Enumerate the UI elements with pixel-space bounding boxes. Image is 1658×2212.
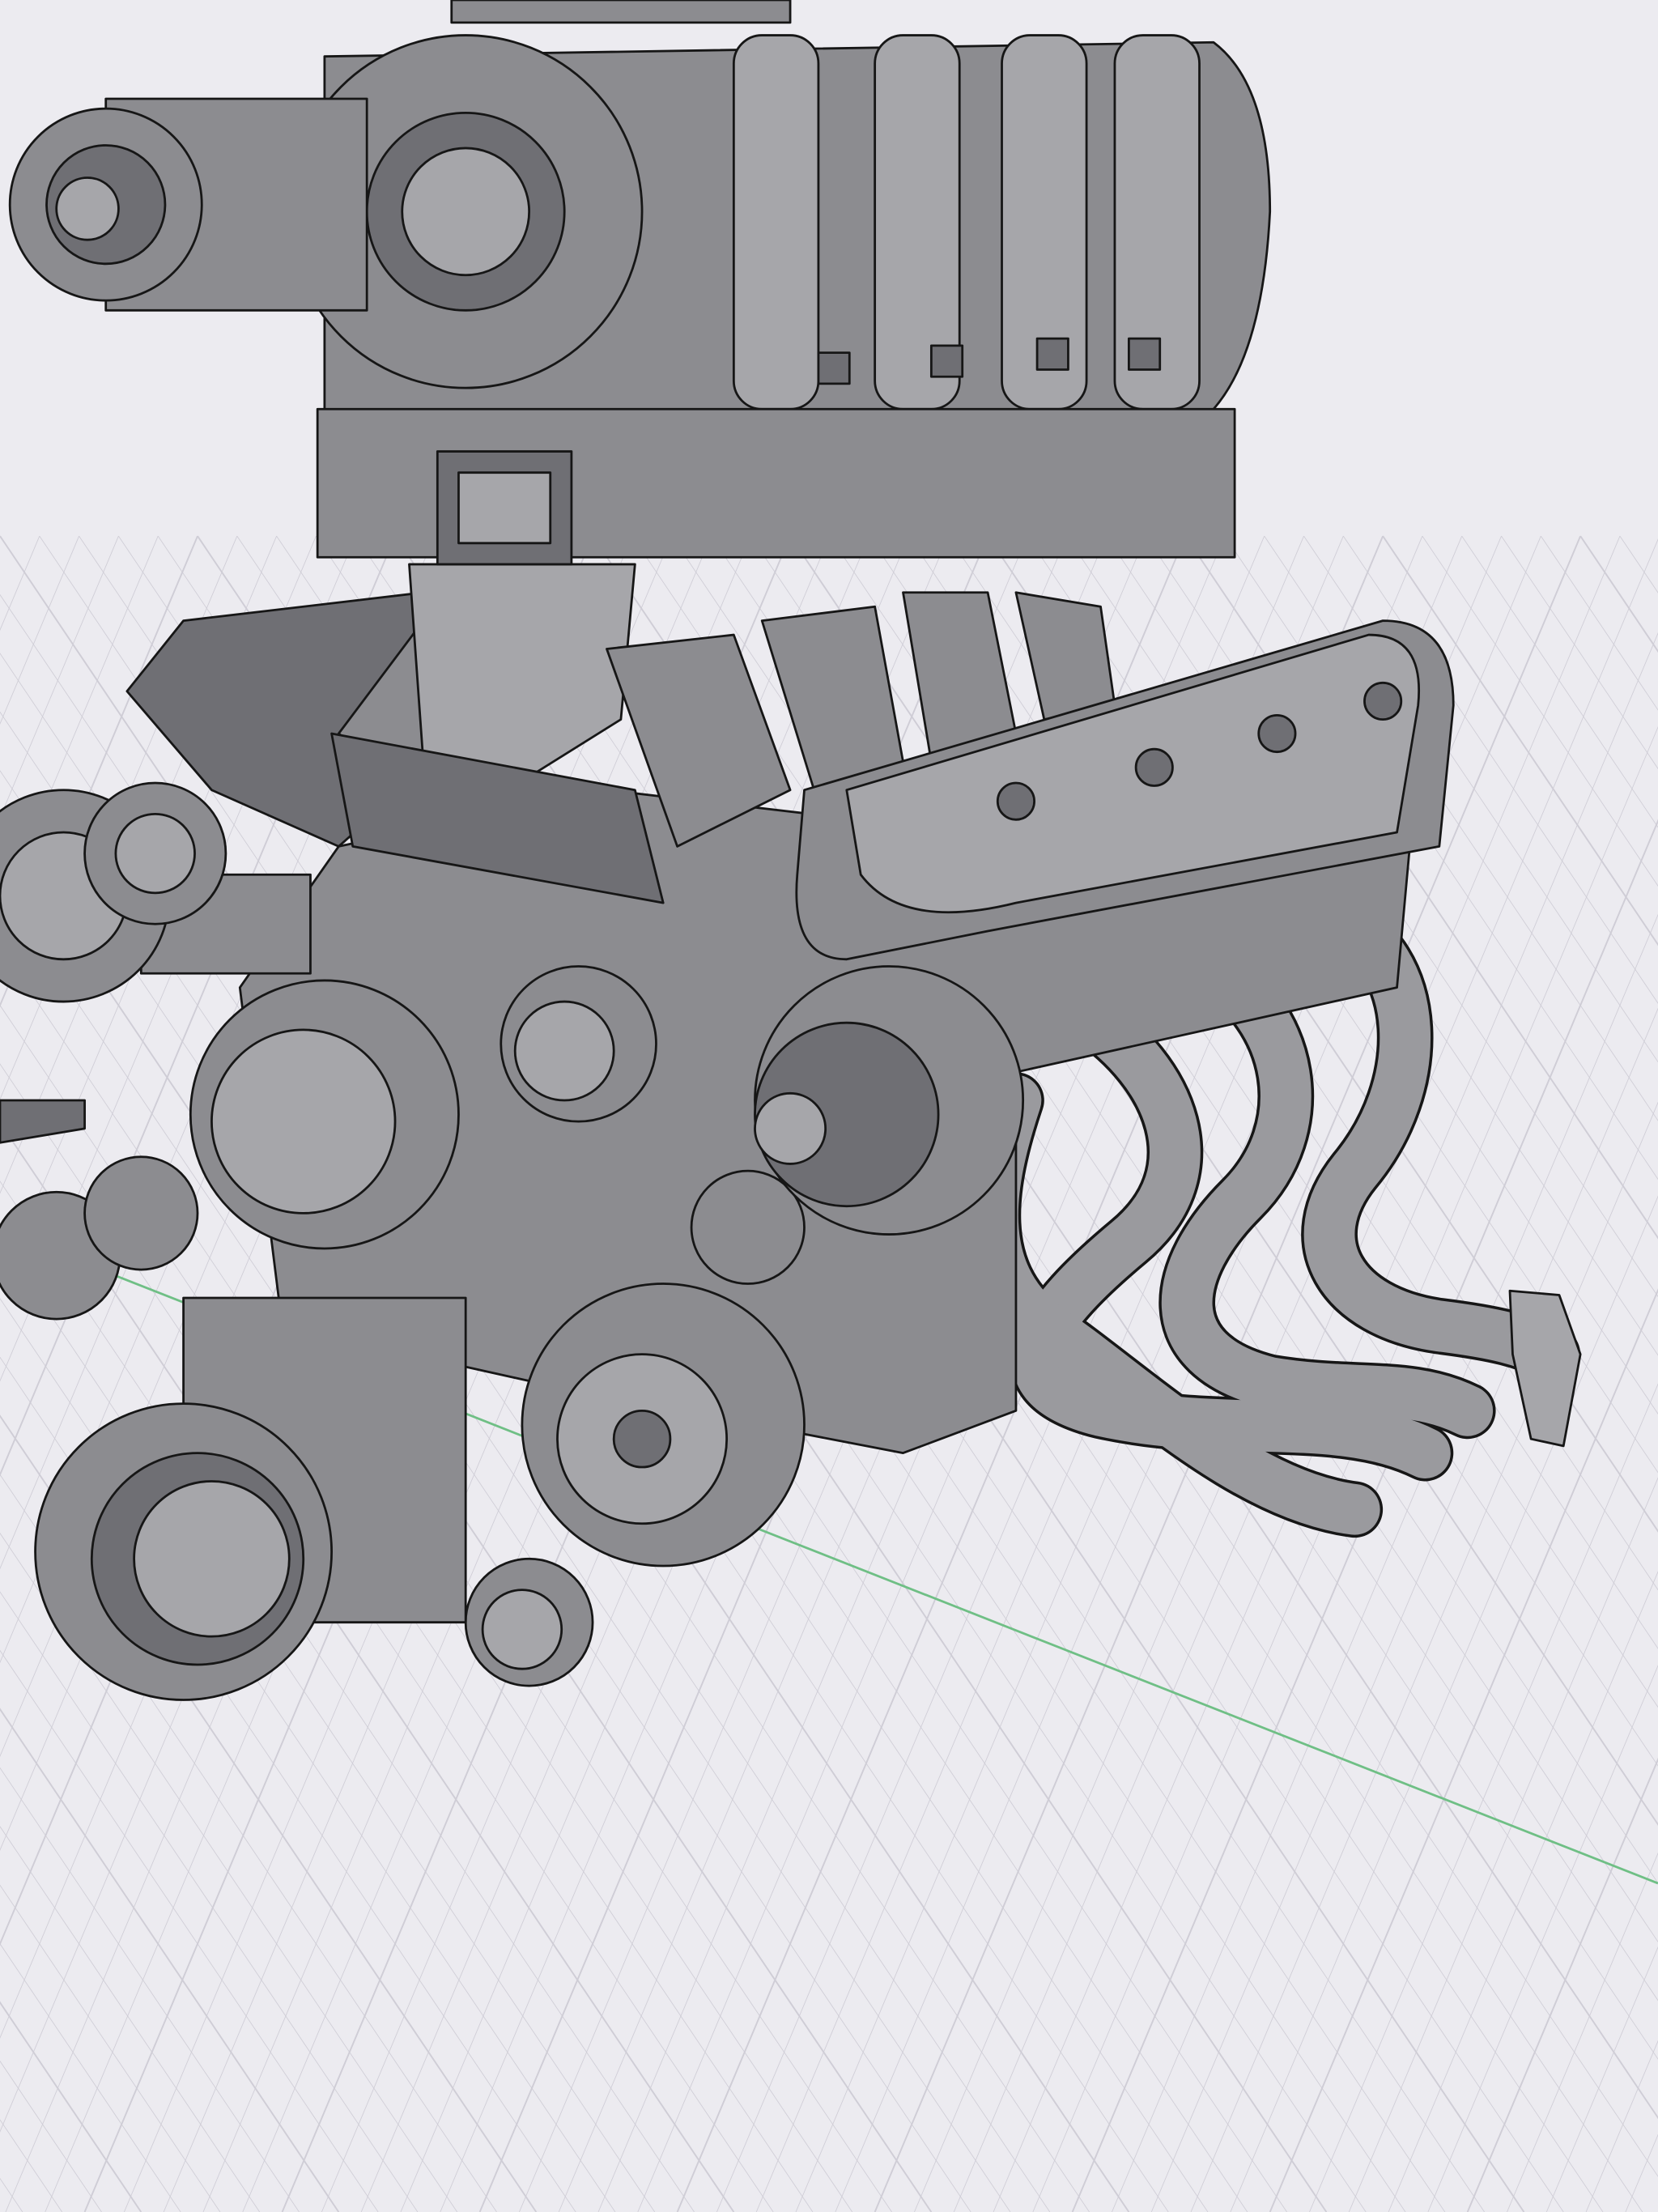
grid-line bbox=[0, 535, 119, 819]
engine-model[interactable] bbox=[0, 0, 1582, 1701]
grid-line bbox=[0, 2119, 63, 2212]
grid-line bbox=[0, 535, 80, 725]
cad-viewport[interactable] bbox=[0, 0, 1658, 2212]
grid-line bbox=[0, 535, 40, 632]
grid-line bbox=[1625, 2133, 1658, 2212]
3d-scene[interactable] bbox=[0, 0, 1658, 2212]
grid-line bbox=[0, 2001, 142, 2212]
supercharger bbox=[8, 0, 1272, 566]
exhaust-flange bbox=[1508, 1289, 1582, 1448]
